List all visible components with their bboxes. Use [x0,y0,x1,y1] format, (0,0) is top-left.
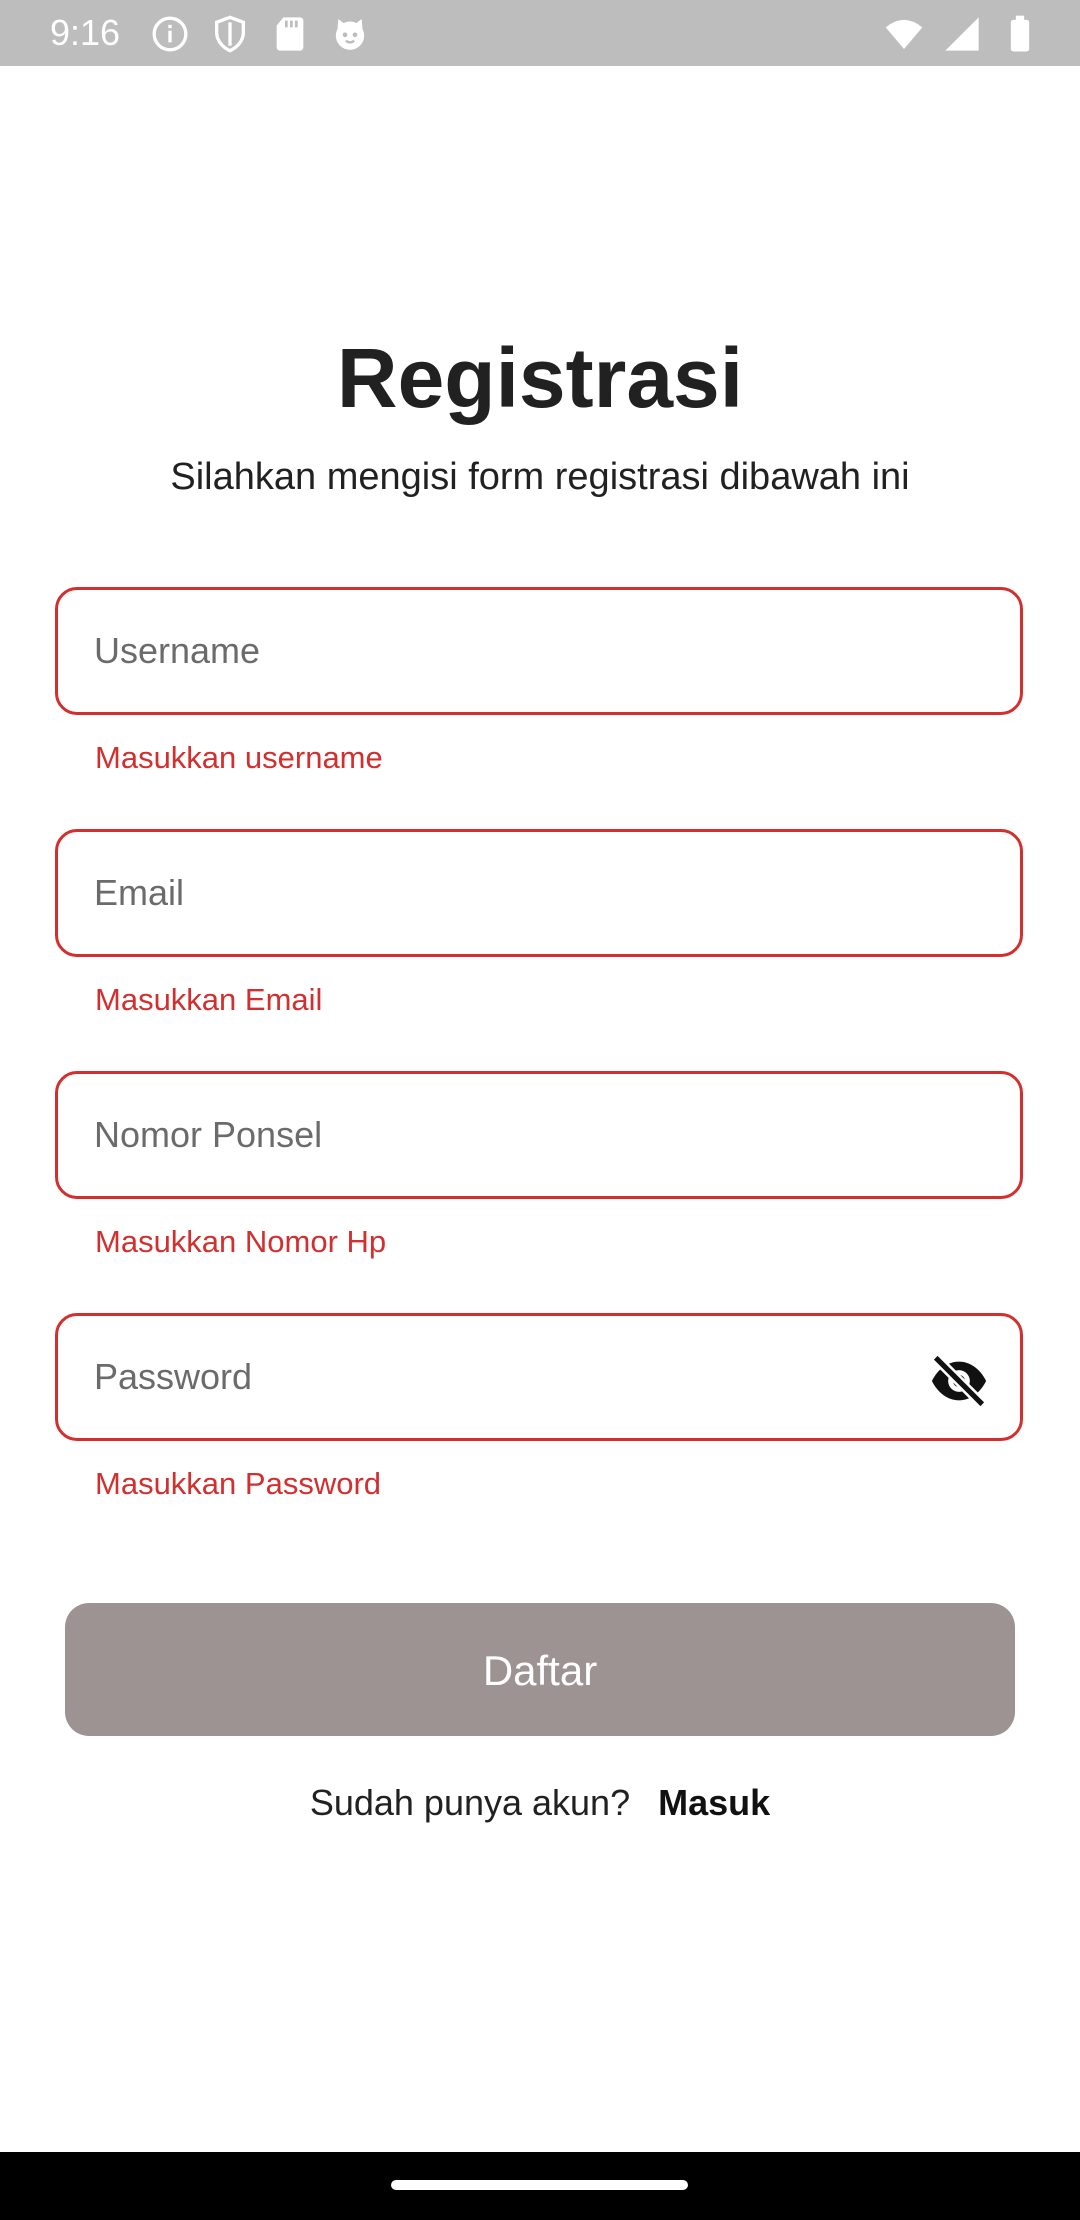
email-input[interactable] [94,832,914,954]
shield-icon [215,15,245,53]
navigation-bar [0,2152,1080,2220]
phone-error: Masukkan Nomor Hp [95,1224,387,1259]
username-input[interactable] [94,590,914,712]
login-link[interactable]: Masuk [658,1782,770,1823]
register-button[interactable]: Daftar [65,1603,1015,1736]
battery-icon [1010,15,1030,52]
wifi-icon [885,19,923,49]
login-prompt-text: Sudah punya akun? [309,1782,631,1823]
password-field[interactable] [55,1313,1023,1441]
login-prompt: Sudah punya akun? Masuk [0,1778,1080,1828]
page-subtitle: Silahkan mengisi form registrasi dibawah… [170,456,910,498]
status-bar: 9:16 [0,0,1080,66]
username-field[interactable] [55,587,1023,715]
cat-face-icon [335,19,365,50]
status-left-icons [150,14,370,54]
phone-input[interactable] [94,1074,914,1196]
page-title: Registrasi [336,331,744,425]
info-icon [152,16,188,52]
password-input[interactable] [94,1316,854,1438]
eye-off-icon[interactable] [928,1350,990,1412]
status-right-icons [884,14,1040,54]
email-error: Masukkan Email [95,982,323,1017]
password-error: Masukkan Password [95,1466,382,1501]
username-error: Masukkan username [95,740,383,775]
sd-card-icon [276,17,304,51]
status-time: 9:16 [50,12,121,53]
phone-field[interactable] [55,1071,1023,1199]
signal-icon [945,17,979,51]
email-field[interactable] [55,829,1023,957]
home-gesture-handle[interactable] [391,2180,688,2190]
